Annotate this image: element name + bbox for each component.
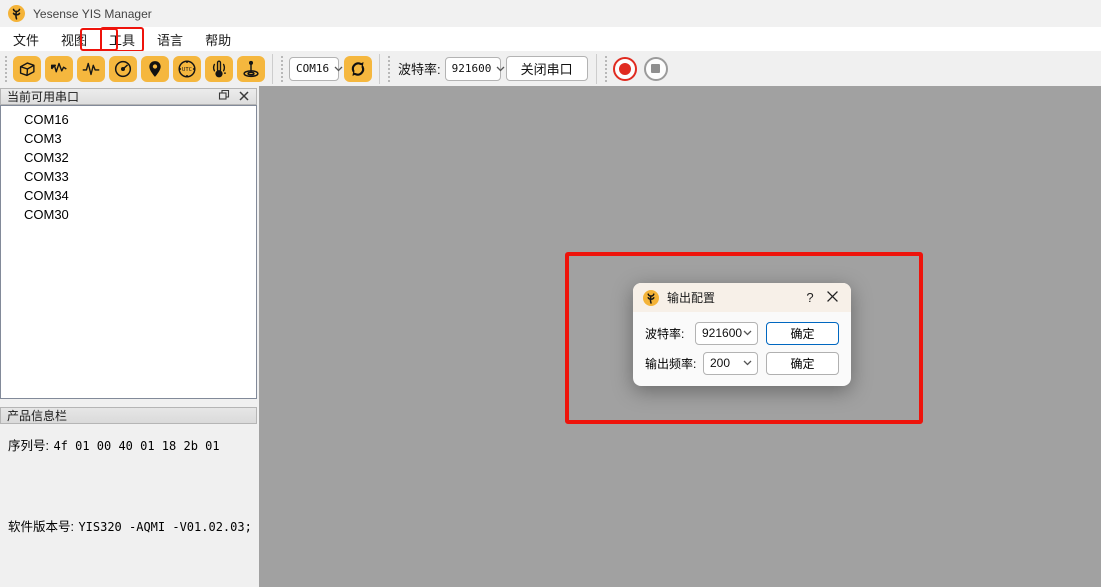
- baud-rate-row: 波特率: 921600 确定: [645, 321, 839, 345]
- app-logo-icon: [8, 5, 25, 22]
- output-config-dialog: 输出配置 ? 波特率: 921600 确定 输出频率:: [633, 283, 851, 386]
- port-list-item[interactable]: COM30: [1, 205, 256, 224]
- port-list-item[interactable]: COM34: [1, 186, 256, 205]
- gauge-icon: [112, 58, 134, 80]
- ports-list: COM16 COM3 COM32 COM33 COM34 COM30: [0, 105, 257, 399]
- close-icon: [239, 89, 249, 104]
- baud-rate-select[interactable]: 921600: [445, 57, 501, 81]
- serial-number-label: 序列号:: [8, 439, 49, 453]
- record-icon: [619, 63, 631, 75]
- left-dock: 当前可用串口 COM16 COM3 COM32 COM33 COM34 COM3…: [0, 86, 259, 587]
- software-version-label: 软件版本号:: [8, 520, 74, 534]
- cube-3d-icon: [16, 58, 38, 80]
- refresh-ports-button[interactable]: [344, 56, 372, 82]
- dialog-body: 波特率: 921600 确定 输出频率: 200 确定: [633, 312, 851, 375]
- menu-language[interactable]: 语言: [148, 27, 192, 52]
- serial-number-value: 4f 01 00 40 01 18 2b 01: [53, 439, 219, 453]
- utc-clock-icon: UTC: [176, 58, 198, 80]
- chevron-down-icon: [329, 66, 343, 72]
- port-select-value: COM16: [296, 62, 329, 75]
- port-select[interactable]: COM16: [289, 57, 339, 81]
- float-panel-button[interactable]: [216, 90, 232, 104]
- software-version-value: YIS320 -AQMI -V01.02.03;: [78, 520, 251, 534]
- attitude-button[interactable]: [237, 56, 265, 82]
- dialog-output-rate-value: 200: [710, 356, 730, 370]
- dialog-logo-icon: [643, 290, 659, 306]
- dialog-output-rate-label: 输出频率:: [645, 355, 696, 372]
- toolbar-drag-handle[interactable]: [281, 56, 286, 82]
- output-rate-confirm-button[interactable]: 确定: [766, 352, 839, 375]
- stop-button[interactable]: [644, 57, 668, 81]
- utc-clock-button[interactable]: UTC: [173, 56, 201, 82]
- toolbar-separator: [379, 54, 380, 84]
- dialog-baud-value: 921600: [702, 326, 742, 340]
- pulse-chart-button[interactable]: [77, 56, 105, 82]
- close-serial-port-button[interactable]: 关闭串口: [506, 56, 588, 81]
- software-version-line: 软件版本号: YIS320 -AQMI -V01.02.03;: [8, 516, 252, 536]
- menu-help[interactable]: 帮助: [196, 27, 240, 52]
- app-window: Yesense YIS Manager 文件 视图 工具 语言 帮助: [0, 0, 1101, 587]
- float-window-icon: [218, 89, 230, 104]
- dialog-help-button[interactable]: ?: [799, 288, 821, 308]
- refresh-icon: [348, 59, 368, 79]
- toolbar-drag-handle[interactable]: [605, 56, 610, 82]
- dialog-baud-label: 波特率:: [645, 325, 684, 342]
- menu-tools[interactable]: 工具: [100, 27, 144, 52]
- toolbar-drag-handle[interactable]: [388, 56, 393, 82]
- toolbar-separator: [596, 54, 597, 84]
- ports-panel-title: 当前可用串口: [7, 88, 212, 105]
- port-list-item[interactable]: COM32: [1, 148, 256, 167]
- port-list-item[interactable]: COM33: [1, 167, 256, 186]
- chevron-down-icon: [491, 66, 505, 72]
- pulse-chart-icon: [80, 58, 102, 80]
- dialog-title: 输出配置: [667, 289, 799, 306]
- baud-confirm-button[interactable]: 确定: [766, 322, 839, 345]
- thermometer-button[interactable]: [205, 56, 233, 82]
- record-button[interactable]: [613, 57, 637, 81]
- dialog-title-bar: 输出配置 ?: [633, 283, 851, 312]
- dialog-output-rate-select[interactable]: 200: [703, 352, 758, 375]
- chevron-down-icon: [743, 330, 752, 336]
- waveform-chart-button[interactable]: [45, 56, 73, 82]
- thermometer-icon: [208, 58, 230, 80]
- menu-view[interactable]: 视图: [52, 27, 96, 52]
- baud-rate-label: 波特率:: [398, 59, 441, 78]
- info-panel-body: 序列号: 4f 01 00 40 01 18 2b 01 软件版本号: YIS3…: [0, 425, 257, 587]
- menu-bar: 文件 视图 工具 语言 帮助: [0, 27, 1101, 51]
- gauge-button[interactable]: [109, 56, 137, 82]
- location-button[interactable]: [141, 56, 169, 82]
- baud-rate-value: 921600: [452, 62, 492, 75]
- output-rate-row: 输出频率: 200 确定: [645, 351, 839, 375]
- waveform-chart-icon: [48, 58, 70, 80]
- location-pin-icon: [145, 59, 165, 79]
- toolbar: UTC COM16 波特率: 921600: [0, 51, 1101, 86]
- port-list-item[interactable]: COM16: [1, 110, 256, 129]
- info-panel-header: 产品信息栏: [0, 407, 257, 424]
- close-icon: [827, 290, 838, 305]
- info-panel-title: 产品信息栏: [7, 407, 67, 424]
- close-panel-button[interactable]: [236, 90, 252, 104]
- ports-panel-header: 当前可用串口: [0, 88, 257, 105]
- title-bar: Yesense YIS Manager: [0, 0, 1101, 27]
- chevron-down-icon: [743, 360, 752, 366]
- serial-number-line: 序列号: 4f 01 00 40 01 18 2b 01: [8, 435, 220, 455]
- toolbar-separator: [272, 54, 273, 84]
- dialog-baud-select[interactable]: 921600: [695, 322, 758, 345]
- toolbar-drag-handle[interactable]: [5, 56, 10, 82]
- port-list-item[interactable]: COM3: [1, 129, 256, 148]
- dialog-close-button[interactable]: [821, 288, 843, 308]
- stop-icon: [651, 64, 660, 73]
- cube-3d-button[interactable]: [13, 56, 41, 82]
- window-title: Yesense YIS Manager: [33, 7, 152, 21]
- attitude-icon: [240, 58, 262, 80]
- svg-text:UTC: UTC: [182, 67, 192, 73]
- menu-file[interactable]: 文件: [4, 27, 48, 52]
